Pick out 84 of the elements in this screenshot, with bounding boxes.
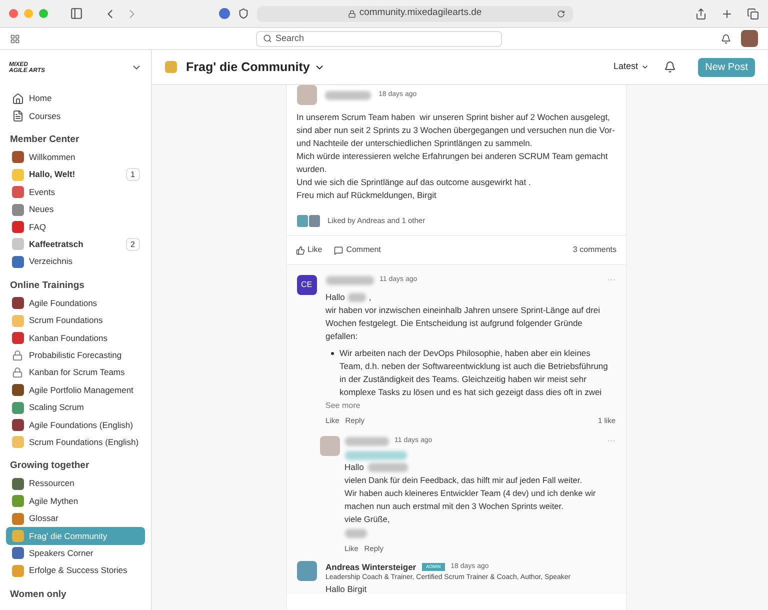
reply-text: viele Grüße,	[344, 513, 391, 526]
close-window-icon[interactable]	[9, 9, 18, 18]
comment-text: wir haben vor inzwischen eineinhalb Jahren unsere Sprint-Länge auf drei Wochen festgelegt. Die Entscheidung ist aufgrund folgender Gründe gefallen:	[326, 304, 602, 343]
sidebar-item[interactable]: FAQ	[6, 218, 145, 236]
count-badge: 2	[126, 238, 140, 251]
space-title: Frag' die Community	[186, 58, 310, 76]
sidebar-item[interactable]: Willkommen	[6, 148, 145, 166]
search-icon	[262, 34, 272, 43]
sidebar-item[interactable]: Scrum Foundations (English)	[6, 434, 145, 452]
blurred-name	[344, 528, 366, 538]
lock-icon	[12, 367, 23, 378]
comment-button[interactable]: Comment	[334, 244, 381, 256]
section-title: Online Trainings	[9, 278, 86, 293]
search-input[interactable]: Search	[276, 32, 494, 46]
sidebar-toggle-icon[interactable]	[70, 7, 83, 20]
count-badge: 1	[126, 168, 140, 182]
sidebar-item[interactable]: Speakers Corner	[6, 544, 145, 562]
shield-icon[interactable]	[238, 8, 249, 19]
chevron-icon	[641, 63, 649, 71]
sidebar-item[interactable]: Neues	[6, 200, 145, 218]
sidebar-item[interactable]: Kaffeetratsch 2	[6, 236, 145, 254]
comments-count[interactable]: 3 comments	[572, 244, 616, 256]
search-field[interactable]: Search	[256, 30, 502, 46]
avatar	[296, 215, 308, 227]
like-button[interactable]: Like	[296, 244, 322, 256]
comment-text: Hallo Birgit	[326, 584, 368, 594]
sidebar-item[interactable]: Courses	[6, 107, 145, 125]
tabs-icon[interactable]	[747, 8, 759, 20]
address-bar[interactable]: community.mixedagilearts.de	[257, 6, 573, 22]
see-more-link[interactable]: See more	[326, 399, 360, 412]
sidebar-item[interactable]: Events	[6, 184, 145, 201]
sidebar-item[interactable]: Probabilistic Forecasting	[6, 346, 145, 364]
blurred-name	[344, 450, 406, 460]
reply-text: Wir haben auch kleineres Entwickler Team (4 dev) und ich denke wir machen nun auch erstmal mit den 3 Wochen Sprints weiter.	[344, 487, 597, 514]
avatar	[296, 85, 316, 105]
bullet-item: Wir arbeiten nach der DevOps Philosophie, haben aber ein kleines Team, d.h. neben der Softwareentwicklung ist auch die Betriebsführung in der Zuständigkeit des Teams. Gleichzeitig haben wir meist sehr komplexe Tasks zu lösen und es hat sich gezeigt dass dies oft in zwei	[340, 347, 616, 399]
sidebar-item[interactable]: Agile Portfolio Management	[6, 381, 145, 399]
new-tab-icon[interactable]	[721, 8, 733, 20]
sidebar-item[interactable]: Verzeichnis	[6, 253, 145, 271]
section-title: Women only	[9, 588, 68, 602]
notifications-icon[interactable]	[721, 34, 731, 44]
lock-icon	[348, 10, 356, 18]
avatar	[308, 215, 320, 227]
speech-bubble-icon	[334, 246, 344, 254]
sidebar-item[interactable]: Home	[6, 90, 145, 108]
greeting: Hallo	[326, 291, 345, 304]
bullet-icon	[330, 352, 334, 355]
post-body: In unserem Scrum Team haben wir unseren Sprint bisher auf 2 Wochen ausgelegt, sind aber nun seit 2 Sprints zu 3 Wochen übergegangen und versuchen nun die Vor- und Nachteile der unterschiedlichen Sprintlängen zu sammeln. Mich würde interessieren welche Erfahrungen bei anderen SCRUM Team gemacht wurden. Und wie sich die Sprintlänge auf das outcome ausgewirkt hat . Freu mich auf Rückmeldungen, Birgit	[296, 111, 616, 202]
sidebar-item[interactable]: Hallo, Welt! 1	[6, 166, 145, 184]
avatar: CE	[296, 275, 316, 295]
notifications-icon[interactable]	[664, 61, 676, 73]
document-icon	[12, 110, 24, 122]
blurred-name	[326, 276, 374, 284]
lock-icon	[12, 350, 23, 361]
sidebar-item[interactable]: Agile Foundations	[6, 294, 145, 312]
sidebar-item[interactable]: Kanban Foundations	[6, 329, 145, 347]
home-icon	[12, 92, 24, 105]
sort-dropdown[interactable]: Latest	[613, 60, 649, 74]
avatar[interactable]	[741, 30, 758, 47]
sidebar-item[interactable]: Scrum Foundations	[6, 312, 145, 330]
share-icon[interactable]	[695, 8, 707, 20]
blurred-name	[348, 293, 366, 302]
avatar	[320, 436, 340, 456]
sidebar-item[interactable]: Scaling Scrum	[6, 398, 145, 416]
avatar	[296, 560, 316, 580]
section-title: Member Center	[9, 133, 80, 148]
thumbs-up-icon	[296, 246, 304, 254]
greeting-comma: ,	[368, 291, 372, 304]
author-name: Andreas Wintersteiger	[326, 560, 416, 574]
reply-text: vielen Dank für dein Feedback, das hilft mir auf jeden Fall weiter.	[344, 474, 584, 488]
section-title: Growing together	[9, 459, 90, 474]
sidebar-item[interactable]: Agile Foundations (English)	[6, 416, 145, 434]
blurred-name	[324, 90, 370, 100]
sidebar-item[interactable]: Erfolge & Success Stories	[6, 562, 145, 580]
reload-icon[interactable]	[557, 10, 565, 18]
sidebar-item[interactable]: Ressourcen	[6, 475, 145, 492]
sidebar-item[interactable]: Glossar	[6, 510, 145, 528]
emoji-icon	[165, 61, 177, 73]
menu-icon[interactable]	[10, 34, 20, 44]
sidebar-item[interactable]: Agile Mythen	[6, 492, 145, 510]
sidebar-item[interactable]: Kanban for Scrum Teams	[6, 364, 145, 382]
blurred-name	[368, 463, 408, 472]
greeting: Hallo	[344, 461, 364, 474]
blurred-name	[344, 436, 388, 446]
